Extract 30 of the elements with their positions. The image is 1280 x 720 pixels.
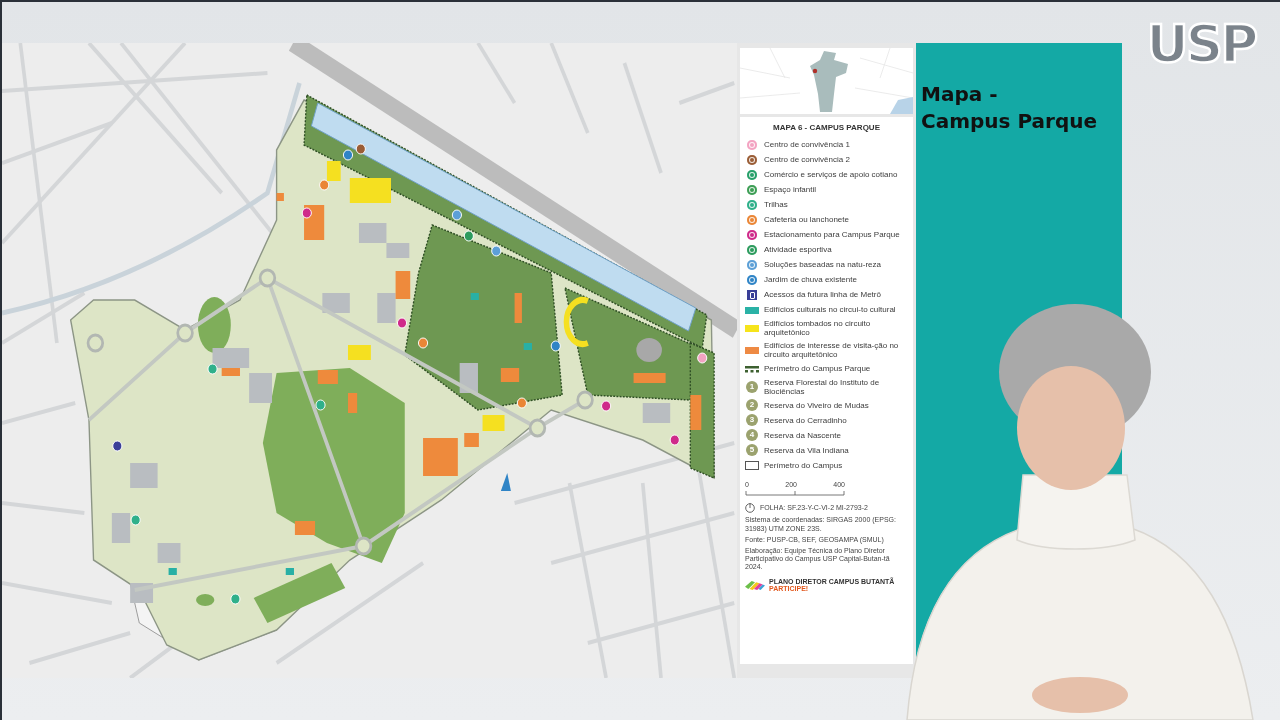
reserve-number: 2 (746, 399, 758, 412)
legend-label: Centro de convivência 2 (764, 155, 851, 165)
legend-label: Soluções baseadas na natu-reza (764, 260, 882, 270)
reserve-number: 5 (746, 444, 758, 457)
legend-label: Edifícios culturais no circui-to cultural (764, 305, 897, 315)
plan-logo-icon (745, 579, 765, 590)
reserve-number: 4 (746, 429, 758, 442)
legend-label: Reserva do Viveiro de Mudas (764, 400, 870, 411)
legend-label: Estacionamento para Campus Parque (764, 230, 901, 240)
legend-label: Espaço infantil (764, 185, 818, 195)
reserve-number: 3 (746, 414, 758, 427)
legend-label: Reserva do Cerradinho (764, 415, 848, 426)
legend-label: Cafeteria ou lanchonete (764, 215, 850, 225)
legend-label: Reserva da Vila Indiana (764, 445, 850, 456)
legend-label: Comércio e serviços de apoio cotiano (764, 170, 899, 180)
legend-label: Edifícios de interesse de visita-ção no circuito arquitetônico (764, 340, 900, 360)
legend-label: Perímetro do Campus (764, 460, 844, 471)
university-logo: USP (1145, 16, 1257, 72)
legend-label: Perímetro do Campus Parque (764, 363, 872, 374)
slide-title: Mapa - Campus Parque (921, 81, 1099, 135)
legend-label: Acessos da futura linha de Metrô (764, 290, 882, 300)
legend-label: Edifícios tombados no circuito arquitetônico (764, 319, 872, 338)
legend-title: MAPA 6 - CAMPUS PARQUE (772, 123, 881, 132)
legend-label: Trilhas (764, 200, 789, 210)
legend-label: Reserva da Nascente (764, 430, 842, 441)
legend-label: Atividade esportiva (764, 245, 833, 255)
reserve-number: 1 (746, 381, 758, 394)
legend-label: Reserva Florestal do Instituto de Biociências (764, 377, 881, 397)
legend-label: Centro de convivência 1 (764, 140, 851, 150)
legend-label: Jardim de chuva existente (764, 275, 858, 285)
